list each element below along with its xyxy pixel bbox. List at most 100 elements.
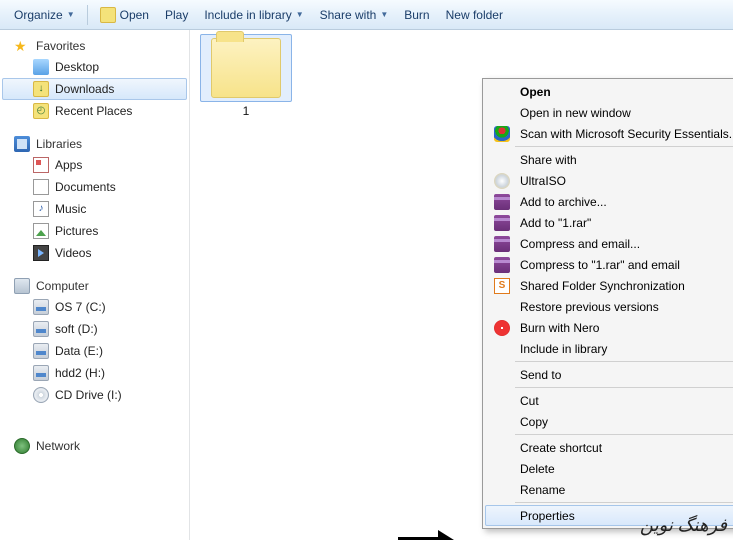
organize-button[interactable]: Organize ▼ <box>6 3 83 27</box>
label: CD Drive (I:) <box>55 388 122 402</box>
shield-icon <box>494 126 510 142</box>
label: Pictures <box>55 224 98 238</box>
cd-icon <box>33 387 49 403</box>
winrar-icon <box>494 236 510 252</box>
share-label: Share with <box>320 8 377 22</box>
content-pane[interactable]: 1 Open Open in new window Scan with Micr… <box>190 30 733 540</box>
menu-compress-1rar-email[interactable]: Compress to "1.rar" and email <box>485 254 733 275</box>
label: OS 7 (C:) <box>55 300 106 314</box>
sidebar-item-drive-d[interactable]: soft (D:) <box>2 318 187 340</box>
menu-open-new-window[interactable]: Open in new window <box>485 102 733 123</box>
computer-icon <box>14 278 30 294</box>
sidebar-item-music[interactable]: Music <box>2 198 187 220</box>
network-header[interactable]: Network <box>0 436 189 456</box>
pictures-icon <box>33 223 49 239</box>
menu-add-1rar[interactable]: Add to "1.rar" <box>485 212 733 233</box>
label: hdd2 (H:) <box>55 366 105 380</box>
chevron-down-icon: ▼ <box>380 10 388 19</box>
open-label: Open <box>120 8 149 22</box>
sidebar-item-apps[interactable]: Apps <box>2 154 187 176</box>
menu-cut[interactable]: Cut <box>485 390 733 411</box>
sidebar-item-cd-drive[interactable]: CD Drive (I:) <box>2 384 187 406</box>
winrar-icon <box>494 257 510 273</box>
libraries-label: Libraries <box>36 137 82 151</box>
menu-rename[interactable]: Rename <box>485 479 733 500</box>
favorites-section: ★ Favorites Desktop Downloads Recent Pla… <box>0 36 189 122</box>
star-icon: ★ <box>14 38 30 54</box>
sidebar-item-documents[interactable]: Documents <box>2 176 187 198</box>
computer-label: Computer <box>36 279 89 293</box>
apps-icon <box>33 157 49 173</box>
explorer-body: ★ Favorites Desktop Downloads Recent Pla… <box>0 30 733 540</box>
menu-open[interactable]: Open <box>485 81 733 102</box>
play-label: Play <box>165 8 188 22</box>
menu-restore-previous[interactable]: Restore previous versions <box>485 296 733 317</box>
open-folder-icon <box>100 7 116 23</box>
label: Data (E:) <box>55 344 103 358</box>
context-menu: Open Open in new window Scan with Micros… <box>482 78 733 529</box>
network-section: Network <box>0 436 189 456</box>
drive-icon <box>33 299 49 315</box>
label: Music <box>55 202 86 216</box>
sidebar-item-downloads[interactable]: Downloads <box>2 78 187 100</box>
chevron-down-icon: ▼ <box>67 10 75 19</box>
sidebar-item-drive-e[interactable]: Data (E:) <box>2 340 187 362</box>
label: Apps <box>55 158 82 172</box>
sync-icon <box>494 278 510 294</box>
label: Videos <box>55 246 91 260</box>
menu-copy[interactable]: Copy <box>485 411 733 432</box>
menu-delete[interactable]: Delete <box>485 458 733 479</box>
menu-create-shortcut[interactable]: Create shortcut <box>485 437 733 458</box>
menu-include-library[interactable]: Include in library▶ <box>485 338 733 359</box>
favorites-header[interactable]: ★ Favorites <box>0 36 189 56</box>
watermark-text: فرهنگ نوین <box>640 515 727 536</box>
menu-compress-email[interactable]: Compress and email... <box>485 233 733 254</box>
downloads-icon <box>33 81 49 97</box>
folder-icon <box>211 38 281 98</box>
open-button[interactable]: Open <box>92 3 157 27</box>
arrow-head-icon <box>438 530 454 540</box>
menu-shared-folder-sync[interactable]: Shared Folder Synchronization▶ <box>485 275 733 296</box>
computer-header[interactable]: Computer <box>0 276 189 296</box>
menu-send-to[interactable]: Send to▶ <box>485 364 733 385</box>
drive-icon <box>33 365 49 381</box>
menu-share-with[interactable]: Share with▶ <box>485 149 733 170</box>
sidebar-item-desktop[interactable]: Desktop <box>2 56 187 78</box>
music-icon <box>33 201 49 217</box>
network-label: Network <box>36 439 80 453</box>
menu-ultraiso[interactable]: UltraISO▶ <box>485 170 733 191</box>
desktop-icon <box>33 59 49 75</box>
play-button[interactable]: Play <box>157 3 196 27</box>
label: soft (D:) <box>55 322 98 336</box>
chevron-down-icon: ▼ <box>296 10 304 19</box>
libraries-icon <box>14 136 30 152</box>
sidebar-item-drive-c[interactable]: OS 7 (C:) <box>2 296 187 318</box>
menu-separator <box>515 434 733 435</box>
sidebar-item-pictures[interactable]: Pictures <box>2 220 187 242</box>
menu-burn-nero[interactable]: Burn with Nero <box>485 317 733 338</box>
folder-item-1[interactable]: 1 <box>202 38 290 118</box>
nero-icon <box>494 320 510 336</box>
menu-separator <box>515 146 733 147</box>
new-folder-label: New folder <box>446 8 503 22</box>
sidebar-item-drive-h[interactable]: hdd2 (H:) <box>2 362 187 384</box>
libraries-header[interactable]: Libraries <box>0 134 189 154</box>
new-folder-button[interactable]: New folder <box>438 3 511 27</box>
winrar-icon <box>494 215 510 231</box>
include-in-library-button[interactable]: Include in library ▼ <box>196 3 311 27</box>
menu-add-archive[interactable]: Add to archive... <box>485 191 733 212</box>
sidebar-item-recent-places[interactable]: Recent Places <box>2 100 187 122</box>
annotation-arrow <box>398 530 458 540</box>
burn-label: Burn <box>404 8 429 22</box>
share-with-button[interactable]: Share with ▼ <box>312 3 397 27</box>
label: Recent Places <box>55 104 132 118</box>
menu-separator <box>515 387 733 388</box>
burn-button[interactable]: Burn <box>396 3 437 27</box>
sidebar-item-videos[interactable]: Videos <box>2 242 187 264</box>
include-label: Include in library <box>204 8 291 22</box>
drive-icon <box>33 321 49 337</box>
menu-scan-mse[interactable]: Scan with Microsoft Security Essentials.… <box>485 123 733 144</box>
network-icon <box>14 438 30 454</box>
folder-name: 1 <box>202 104 290 118</box>
menu-separator <box>515 361 733 362</box>
